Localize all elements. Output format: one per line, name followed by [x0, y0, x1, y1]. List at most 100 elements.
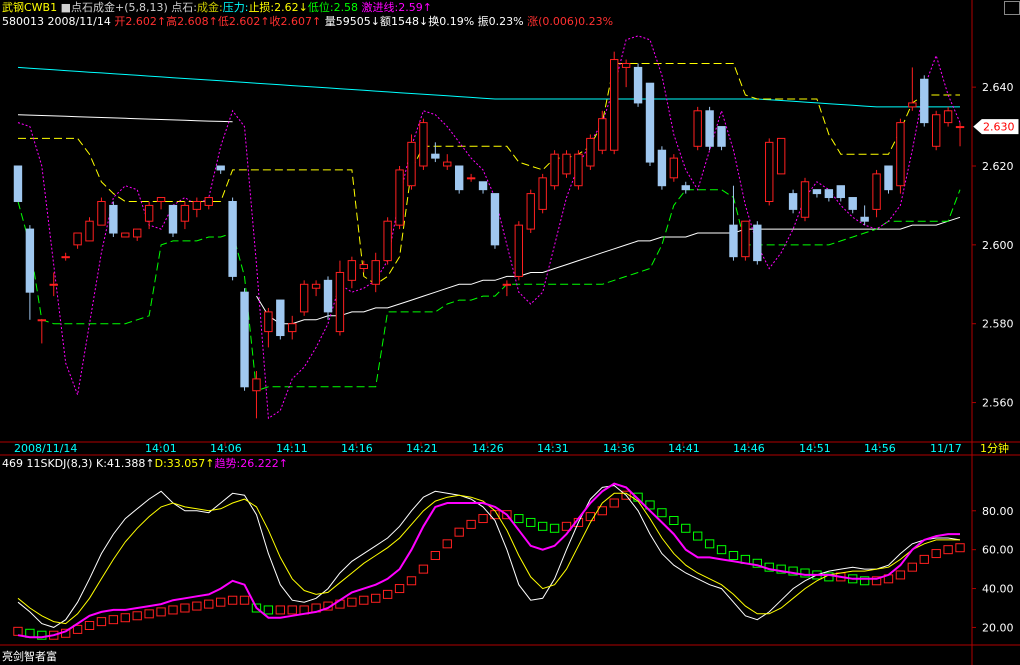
- x-tick-label: 14:56: [864, 442, 896, 455]
- y-tick-label: 2.560: [982, 397, 1014, 410]
- candle-body: [347, 260, 357, 281]
- indicator-box: [144, 609, 154, 619]
- current-price-label: 2.630: [983, 121, 1015, 134]
- y-tick-label: 2.580: [982, 318, 1014, 331]
- candle-body: [25, 228, 35, 293]
- indicator-box: [168, 605, 178, 615]
- indicator-box: [526, 517, 536, 527]
- indicator-box: [156, 607, 166, 617]
- y-tick-label: 80.00: [982, 505, 1014, 518]
- candle-body: [478, 181, 488, 191]
- indicator-box: [227, 595, 238, 605]
- x-tick-label: 14:31: [537, 442, 569, 455]
- indicator-box: [657, 508, 667, 518]
- indicator-box: [132, 611, 142, 621]
- indicator-box: [239, 595, 250, 605]
- indicator-box: [895, 570, 906, 580]
- candle-body: [168, 204, 178, 234]
- candle-body: [800, 181, 810, 218]
- indicator-box: [478, 514, 488, 524]
- candle-body: [180, 204, 190, 222]
- indicator-box: [406, 576, 417, 586]
- candle-body: [454, 165, 464, 191]
- indicator-box: [347, 597, 357, 607]
- indicator-box: [371, 593, 381, 603]
- indicator-box: [442, 539, 452, 549]
- indicator-box: [943, 545, 953, 555]
- candle-body: [216, 165, 225, 171]
- candle-body: [73, 232, 82, 246]
- indicator-box: [454, 527, 464, 537]
- indicator-box: [693, 531, 703, 541]
- candle-body: [264, 311, 273, 333]
- indicator-box: [728, 551, 739, 560]
- candle-body: [144, 204, 154, 222]
- indicator-box: [120, 613, 130, 623]
- indicator-box: [84, 621, 95, 630]
- indicator-box: [96, 617, 107, 627]
- candle-body: [121, 232, 130, 238]
- candle-body: [550, 153, 559, 187]
- candle-body: [920, 78, 929, 124]
- indicator-box: [716, 545, 727, 555]
- candle-body: [776, 137, 786, 175]
- indicator-box: [919, 554, 929, 564]
- y-tick-label: 2.600: [982, 239, 1014, 252]
- indicator-box: [418, 564, 429, 574]
- indicator-box: [275, 605, 285, 615]
- candle-body: [13, 165, 23, 202]
- candle-body: [156, 197, 166, 202]
- indicator-line-2: [17, 482, 960, 639]
- candle-body: [204, 197, 213, 206]
- y-tick-label: 20.00: [982, 621, 1014, 634]
- indicator-box: [931, 549, 941, 559]
- candle-body: [502, 283, 512, 286]
- y-tick-label: 60.00: [982, 544, 1014, 557]
- candle-body: [311, 283, 321, 289]
- candle-body: [133, 228, 142, 238]
- x-tick-label: 14:11: [276, 442, 308, 455]
- candle-body: [848, 197, 857, 210]
- candle-body: [276, 299, 285, 337]
- candle-body: [109, 204, 118, 234]
- indicator-box: [108, 615, 119, 625]
- candle-body: [192, 200, 202, 210]
- x-tick-label: 11/17: [930, 442, 962, 455]
- candle-body: [288, 323, 297, 333]
- candle-body: [526, 193, 535, 230]
- candle-body: [49, 283, 58, 286]
- indicator-box: [430, 551, 441, 560]
- indicator-box: [359, 595, 369, 605]
- candle-body: [884, 165, 893, 191]
- candle-body: [228, 200, 237, 277]
- candle-body: [407, 141, 416, 187]
- candle-body: [717, 126, 726, 147]
- indicator-box: [382, 589, 393, 599]
- candle-body: [598, 118, 607, 151]
- candle-body: [645, 82, 655, 163]
- indicator-box: [192, 601, 202, 611]
- candle-body: [753, 224, 762, 262]
- x-tick-label: 14:26: [472, 442, 504, 455]
- candle-body: [466, 177, 476, 180]
- candle-body: [538, 177, 547, 210]
- x-tick-label: 14:16: [341, 442, 373, 455]
- indicator-box: [537, 521, 548, 531]
- candle-body: [943, 110, 953, 124]
- candle-body: [240, 291, 249, 388]
- indicator-box: [907, 562, 918, 572]
- interval-label: 1分钟: [980, 441, 1009, 455]
- indicator-box: [609, 498, 619, 508]
- indicator-box: [263, 605, 274, 615]
- candle-body: [586, 137, 595, 167]
- candle-body: [419, 122, 428, 167]
- candle-body: [335, 271, 345, 333]
- candle-body: [514, 224, 524, 277]
- overlay-line-5: [17, 35, 961, 420]
- indicator-box: [394, 584, 405, 594]
- candle-body: [955, 126, 965, 129]
- candle-body: [765, 141, 774, 202]
- candle-body: [931, 114, 941, 147]
- x-tick-label: 14:36: [603, 442, 635, 455]
- indicator-box: [549, 523, 560, 533]
